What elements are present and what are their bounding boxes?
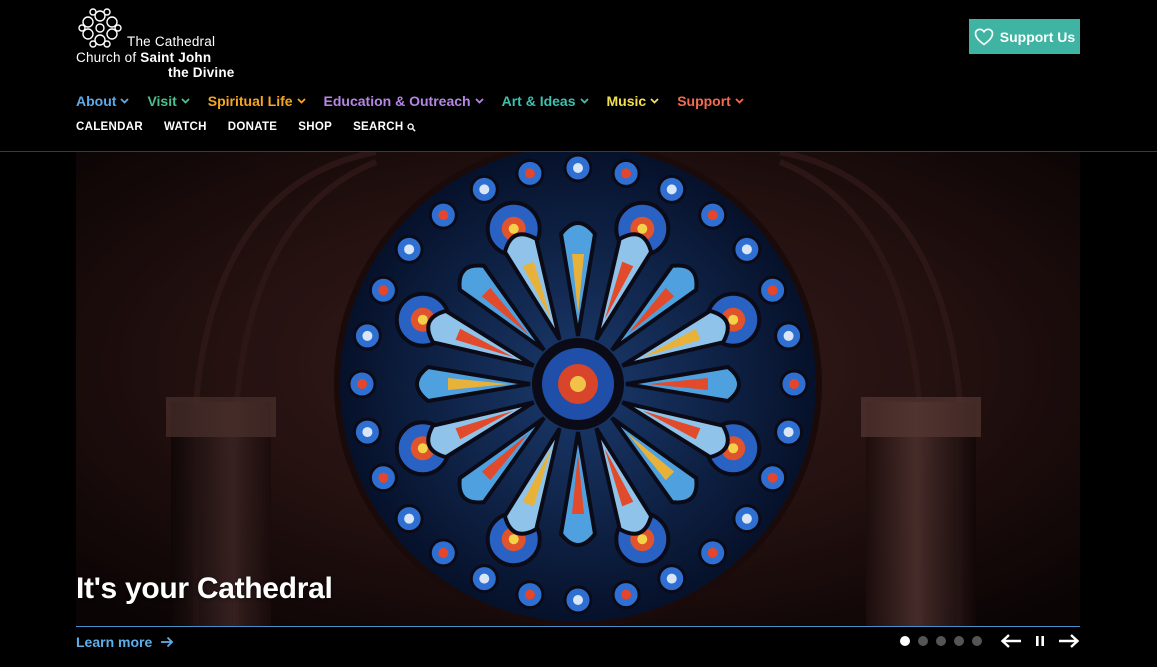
hero-slide: It's your Cathedral — [76, 152, 1080, 626]
site-logo[interactable]: The Cathedral Church of Saint John the D… — [76, 8, 246, 84]
nav-item-label: Spiritual Life — [207, 93, 293, 109]
nav-item-education-outreach[interactable]: Education & Outreach — [324, 93, 484, 109]
logo-line-2: Church of Saint John — [76, 50, 235, 66]
support-us-button[interactable]: Support Us — [969, 19, 1080, 54]
slide-indicators — [900, 636, 982, 646]
chevron-down-icon — [735, 98, 744, 104]
hero-divider — [76, 626, 1080, 627]
chevron-down-icon — [181, 98, 190, 104]
nav-item-label: Education & Outreach — [323, 93, 471, 109]
chevron-down-icon — [296, 98, 306, 104]
util-nav-calendar[interactable]: CALENDAR — [76, 121, 143, 133]
nav-item-visit[interactable]: Visit — [147, 93, 190, 109]
support-us-label: Support Us — [999, 28, 1076, 45]
util-nav-shop[interactable]: SHOP — [298, 121, 332, 133]
logo-line-1: The Cathedral — [127, 34, 216, 49]
nav-item-support[interactable]: Support — [677, 93, 744, 109]
main-navigation: About Visit Spiritual Life Education & Outr… — [76, 92, 762, 110]
pause-slideshow-button[interactable] — [1033, 632, 1047, 650]
arrow-right-icon — [161, 636, 174, 648]
slide-dot-1[interactable] — [900, 636, 910, 646]
logo-line-3: the Divine — [168, 65, 235, 80]
util-nav-label: SEARCH — [353, 121, 404, 133]
next-slide-button[interactable] — [1058, 632, 1080, 650]
nav-item-about[interactable]: About — [76, 93, 130, 109]
util-nav-donate[interactable]: DONATE — [228, 121, 278, 133]
slide-dot-4[interactable] — [954, 636, 964, 646]
rose-window-image — [76, 152, 1080, 626]
logo-line-2-bold: Saint John — [140, 49, 212, 65]
nav-item-label: Support — [677, 93, 731, 109]
slide-dot-5[interactable] — [972, 636, 982, 646]
nav-item-art-ideas[interactable]: Art & Ideas — [502, 93, 589, 109]
logo-wordmark: The Cathedral Church of Saint John the D… — [76, 34, 235, 81]
util-nav-label: CALENDAR — [76, 121, 143, 133]
nav-item-music[interactable]: Music — [607, 93, 660, 109]
util-nav-label: DONATE — [227, 121, 278, 133]
nav-item-label: Music — [606, 93, 647, 109]
chevron-down-icon — [579, 98, 589, 104]
slide-dot-3[interactable] — [936, 636, 946, 646]
util-nav-search[interactable]: SEARCH — [353, 121, 417, 133]
chevron-down-icon — [650, 98, 659, 104]
slide-dot-2[interactable] — [918, 636, 928, 646]
util-nav-label: WATCH — [163, 121, 207, 133]
arrow-left-icon — [1000, 634, 1021, 648]
util-nav-watch[interactable]: WATCH — [164, 121, 207, 133]
chevron-down-icon — [474, 98, 484, 104]
nav-item-label: Art & Ideas — [501, 93, 576, 109]
nav-item-spiritual-life[interactable]: Spiritual Life — [208, 93, 306, 109]
heart-icon — [974, 27, 994, 46]
nav-item-label: Visit — [147, 93, 177, 109]
arrow-right-icon — [1059, 634, 1080, 648]
search-icon — [407, 122, 417, 132]
nav-item-label: About — [76, 93, 117, 109]
chevron-down-icon — [120, 98, 130, 104]
util-nav-label: SHOP — [298, 121, 333, 133]
previous-slide-button[interactable] — [1000, 632, 1022, 650]
utility-navigation: CALENDAR WATCH DONATE SHOP SEARCH — [76, 120, 437, 134]
pause-icon — [1036, 636, 1044, 646]
logo-line-2-prefix: Church of — [76, 49, 141, 65]
learn-more-link[interactable]: Learn more — [76, 634, 174, 650]
learn-more-label: Learn more — [76, 634, 153, 650]
hero-title: It's your Cathedral — [76, 572, 333, 605]
